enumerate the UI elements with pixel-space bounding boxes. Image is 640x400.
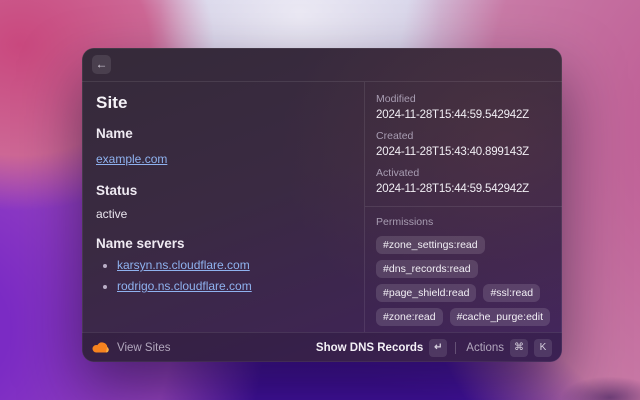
show-dns-records-button[interactable]: Show DNS Records ↵ [316, 339, 447, 357]
footer-app-label: View Sites [117, 342, 170, 354]
page-title: Site [96, 93, 348, 113]
meta-value-activated: 2024-11-28T15:44:59.542942Z [376, 183, 550, 195]
permission-tag: #zone:read [376, 308, 443, 326]
nameserver-link[interactable]: karsyn.ns.cloudflare.com [117, 258, 250, 272]
permission-row: #zone:read #cache_purge:edit [376, 308, 550, 326]
permission-tag: #zone_settings:read [376, 236, 485, 254]
command-key-icon: ⌘ [510, 339, 528, 357]
meta-label-created: Created [376, 130, 550, 142]
actions-button[interactable]: Actions ⌘ K [466, 339, 552, 357]
permissions-heading: Permissions [376, 216, 550, 228]
meta-value-modified: 2024-11-28T15:44:59.542942Z [376, 109, 550, 121]
metadata-panel: Modified 2024-11-28T15:44:59.542942Z Cre… [364, 82, 562, 332]
actions-label: Actions [466, 342, 504, 354]
status-value: active [96, 207, 348, 221]
meta-label-activated: Activated [376, 167, 550, 179]
permission-tag: #dns_records:read [376, 260, 478, 278]
action-bar: View Sites Show DNS Records ↵ Actions ⌘ … [82, 332, 562, 362]
app-window: ← Site Name example.com Status active Na… [82, 48, 562, 362]
permission-tag: #ssl:read [483, 284, 540, 302]
meta-label-modified: Modified [376, 93, 550, 105]
list-item: rodrigo.ns.cloudflare.com [117, 279, 348, 293]
panel-divider [365, 206, 562, 207]
name-heading: Name [96, 126, 348, 141]
permission-tag: #page_shield:read [376, 284, 476, 302]
cloudflare-cloud-icon [92, 342, 109, 353]
back-arrow-icon: ← [96, 55, 108, 74]
footer-separator [455, 342, 456, 354]
desktop-wallpaper: { "accent_colors": { "link": "#8fb2ef", … [0, 0, 640, 400]
meta-value-created: 2024-11-28T15:43:40.899143Z [376, 146, 550, 158]
nameserver-list: karsyn.ns.cloudflare.com rodrigo.ns.clou… [96, 258, 348, 293]
permission-row: #page_shield:read #ssl:read [376, 284, 550, 302]
show-dns-records-label: Show DNS Records [316, 342, 423, 354]
permission-row: #zone_settings:read [376, 236, 550, 254]
return-key-icon: ↵ [429, 339, 447, 357]
status-heading: Status [96, 183, 348, 198]
footer-app: View Sites [92, 342, 170, 354]
footer-actions: Show DNS Records ↵ Actions ⌘ K [316, 339, 552, 357]
site-detail-main: Site Name example.com Status active Name… [82, 82, 364, 332]
list-item: karsyn.ns.cloudflare.com [117, 258, 348, 272]
window-content: Site Name example.com Status active Name… [82, 82, 562, 332]
permission-tag: #cache_purge:edit [450, 308, 550, 326]
nameservers-heading: Name servers [96, 236, 348, 251]
k-key-icon: K [534, 339, 552, 357]
nameserver-link[interactable]: rodrigo.ns.cloudflare.com [117, 279, 252, 293]
site-name-link[interactable]: example.com [96, 152, 167, 166]
window-titlebar: ← [82, 48, 562, 82]
permission-row: #dns_records:read [376, 260, 550, 278]
back-button[interactable]: ← [92, 55, 111, 74]
